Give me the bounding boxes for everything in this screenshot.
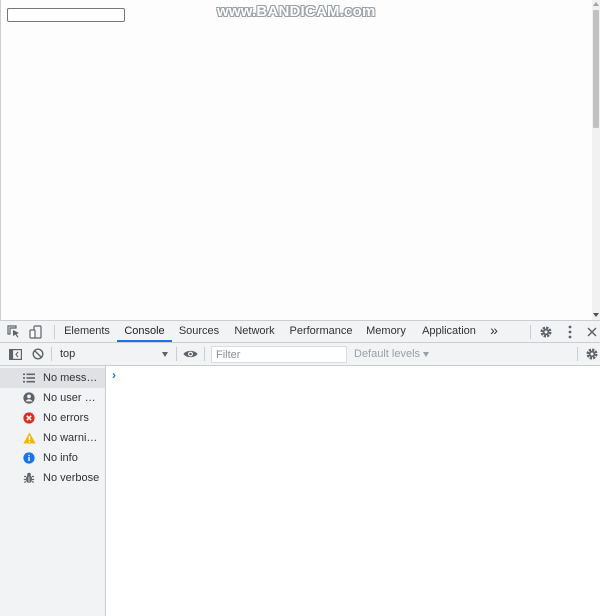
devtools-panel: Elements Console Sources Network Perform… [0, 320, 600, 616]
chevron-down-icon [423, 351, 430, 357]
tab-sources[interactable]: Sources [176, 321, 222, 342]
console-settings-gear-icon[interactable] [584, 346, 600, 362]
scrollbar-thumb[interactable] [593, 10, 599, 128]
console-filter-input[interactable] [211, 346, 347, 363]
warning-icon [21, 430, 37, 446]
console-output[interactable]: › [107, 366, 600, 616]
show-sidebar-icon[interactable] [7, 346, 23, 362]
scroll-up-arrow-icon[interactable] [593, 2, 599, 6]
sidebar-item-label: No errors [43, 412, 89, 424]
close-devtools-icon[interactable] [584, 324, 600, 340]
context-selector[interactable]: top [52, 345, 172, 363]
console-sidebar: No messages No user me... No errors No w… [0, 366, 106, 616]
list-icon [21, 370, 37, 386]
clear-console-icon[interactable] [30, 346, 46, 362]
sidebar-item-warnings[interactable]: No warnings [0, 428, 105, 448]
context-label: top [60, 348, 76, 360]
sidebar-item-info[interactable]: No info [0, 448, 105, 468]
info-icon [21, 450, 37, 466]
page-viewport: www.BANDICAM.com [0, 0, 600, 320]
log-levels-label: Default levels [354, 348, 421, 360]
bug-icon [21, 470, 37, 486]
page-text-input[interactable] [7, 8, 125, 22]
chevron-down-icon [162, 352, 168, 357]
user-icon [21, 390, 37, 406]
error-icon [21, 410, 37, 426]
page-scrollbar[interactable] [592, 0, 600, 320]
more-options-icon[interactable] [562, 324, 578, 340]
more-tabs-button[interactable]: » [486, 321, 502, 342]
settings-gear-icon[interactable] [538, 324, 554, 340]
sidebar-item-label: No info [43, 452, 78, 464]
sidebar-item-label: No verbose [43, 472, 100, 484]
tab-performance[interactable]: Performance [287, 321, 355, 342]
tab-network[interactable]: Network [229, 321, 280, 342]
tab-console[interactable]: Console [117, 321, 172, 342]
tab-application[interactable]: Application [418, 321, 480, 342]
sidebar-item-user-messages[interactable]: No user me... [0, 388, 105, 408]
console-toolbar: top Default levels [0, 343, 600, 366]
sidebar-item-messages[interactable]: No messages [0, 368, 105, 388]
live-expression-eye-icon[interactable] [182, 346, 198, 362]
sidebar-item-errors[interactable]: No errors [0, 408, 105, 428]
tab-memory[interactable]: Memory [362, 321, 410, 342]
scroll-down-arrow-icon[interactable] [593, 313, 599, 317]
inspect-element-icon[interactable] [6, 324, 22, 340]
sidebar-item-label: No warnings [43, 432, 103, 444]
devtools-tabbar: Elements Console Sources Network Perform… [0, 321, 600, 343]
console-prompt: › [112, 368, 116, 382]
sidebar-item-verbose[interactable]: No verbose [0, 468, 105, 488]
device-toolbar-icon[interactable] [28, 324, 44, 340]
tab-elements[interactable]: Elements [60, 321, 114, 342]
sidebar-item-label: No messages [43, 372, 103, 384]
bandicam-watermark: www.BANDICAM.com [217, 3, 376, 20]
sidebar-item-label: No user me... [43, 392, 103, 404]
log-levels-dropdown[interactable]: Default levels [354, 345, 430, 363]
